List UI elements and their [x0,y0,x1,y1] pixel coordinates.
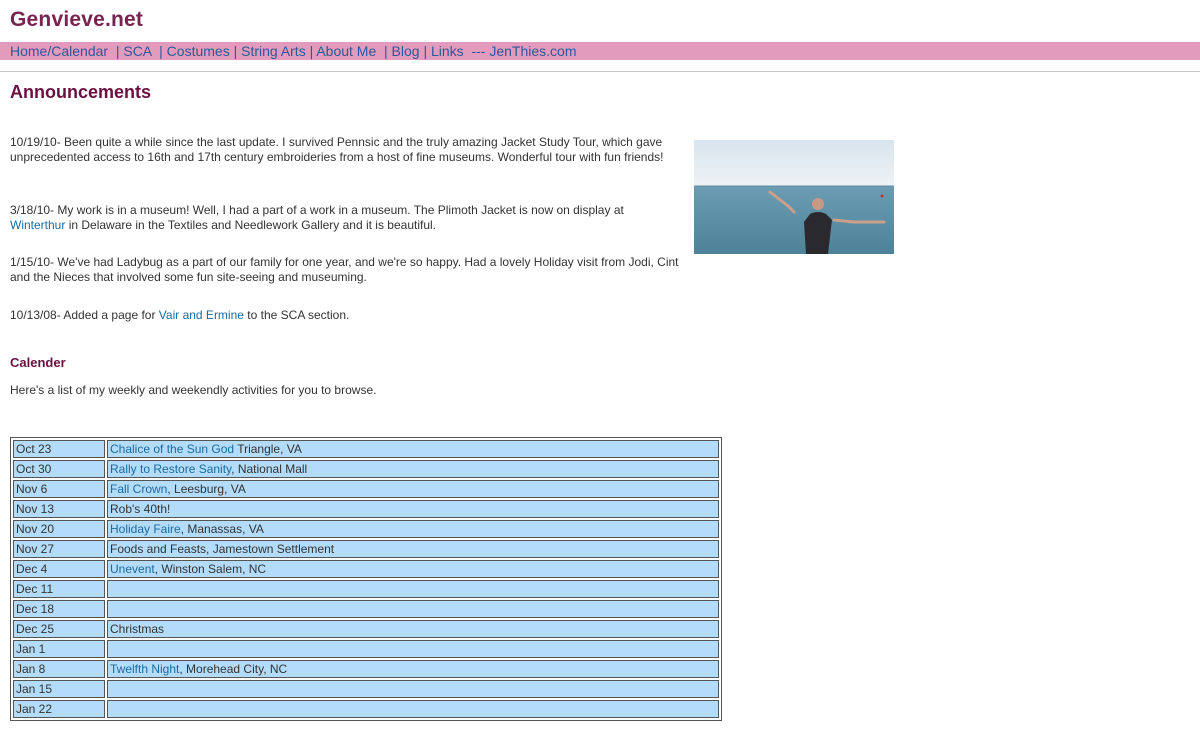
announcement-item: 3/18/10- My work is in a museum! Well, I… [10,203,624,232]
calendar-date: Jan 15 [13,680,105,698]
site-title: Genvieve.net [10,8,144,31]
calendar-event [107,580,719,598]
vair-and-ermine-link[interactable]: Vair and Ermine [159,308,244,322]
calendar-event: Chalice of the Sun God Triangle, VA [107,440,719,458]
calendar-date: Jan 22 [13,700,105,718]
calendar-date: Jan 8 [13,660,105,678]
event-text: Triangle, VA [234,442,302,456]
divider [0,71,1200,72]
calendar-event [107,640,719,658]
calendar-date: Nov 13 [13,500,105,518]
event-text: , Morehead City, NC [179,662,288,676]
announcement-item: 10/19/10- Been quite a while since the l… [10,135,664,164]
calendar-event [107,680,719,698]
calendar-date: Oct 30 [13,460,105,478]
calendar-date: Nov 6 [13,480,105,498]
calendar-row: Nov 20 Holiday Faire, Manassas, VA [13,520,719,538]
event-text: Christmas [110,622,165,636]
calendar-row: Jan 22 [13,700,719,718]
calendar-event: Foods and Feasts, Jamestown Settlement [107,540,719,558]
event-text: Foods and Feasts, Jamestown Settlement [110,542,335,556]
page-heading: Announcements [10,82,152,102]
event-link[interactable]: Unevent [110,562,155,576]
event-link[interactable]: Rally to Restore Sanity [110,462,231,476]
calendar-date: Jan 1 [13,640,105,658]
calendar-date: Nov 20 [13,520,105,538]
event-link[interactable]: Twelfth Night [110,662,179,676]
event-link[interactable]: Fall Crown [110,482,167,496]
calendar-row: Jan 8 Twelfth Night, Morehead City, NC [13,660,719,678]
calendar-event: Unevent, Winston Salem, NC [107,560,719,578]
calendar-row: Nov 6 Fall Crown, Leesburg, VA [13,480,719,498]
calendar-row: Dec 4 Unevent, Winston Salem, NC [13,560,719,578]
calendar-event: Twelfth Night, Morehead City, NC [107,660,719,678]
calendar-event: Fall Crown, Leesburg, VA [107,480,719,498]
calendar-event: Christmas [107,620,719,638]
event-text: , National Mall [231,462,308,476]
winterthur-link[interactable]: Winterthur [10,218,65,232]
beach-photo [694,140,894,254]
announcement-item: 10/13/08- Added a page for Vair and Ermi… [10,308,350,322]
calendar-row: Jan 1 [13,640,719,658]
calendar-event: Rob's 40th! [107,500,719,518]
calendar-row: Jan 15 [13,680,719,698]
calendar-event [107,700,719,718]
calendar-intro: Here's a list of my weekly and weekendly… [10,383,377,397]
calendar-table: Oct 23 Chalice of the Sun God Triangle, V… [10,437,722,721]
event-link[interactable]: Chalice of the Sun God [110,442,234,456]
event-link[interactable]: Holiday Faire [110,522,181,536]
event-text: , Manassas, VA [180,522,264,536]
calendar-date: Dec 25 [13,620,105,638]
calendar-row: Oct 30 Rally to Restore Sanity, National … [13,460,719,478]
calendar-date: Dec 11 [13,580,105,598]
calendar-date: Dec 18 [13,600,105,618]
calendar-date: Oct 23 [13,440,105,458]
calendar-row: Dec 25 Christmas [13,620,719,638]
calendar-row: Oct 23 Chalice of the Sun God Triangle, V… [13,440,719,458]
announcement-item: 1/15/10- We've had Ladybug as a part of … [10,255,679,284]
calendar-date: Dec 4 [13,560,105,578]
event-text: , Leesburg, VA [167,482,246,496]
nav-links[interactable]: Home/Calendar | SCA | Costumes | String … [0,43,576,59]
calendar-heading: Calender [10,355,66,370]
event-text: , Winston Salem, NC [154,562,267,576]
event-text: Rob's 40th! [110,502,171,516]
calendar-event [107,600,719,618]
calendar-date: Nov 27 [13,540,105,558]
calendar-row: Dec 18 [13,600,719,618]
calendar-row: Dec 11 [13,580,719,598]
calendar-row: Nov 27 Foods and Feasts, Jamestown Settle… [13,540,719,558]
calendar-event: Holiday Faire, Manassas, VA [107,520,719,538]
calendar-row: Nov 13 Rob's 40th! [13,500,719,518]
calendar-event: Rally to Restore Sanity, National Mall [107,460,719,478]
nav-bar[interactable]: Home/Calendar | SCA | Costumes | String … [0,42,1200,60]
